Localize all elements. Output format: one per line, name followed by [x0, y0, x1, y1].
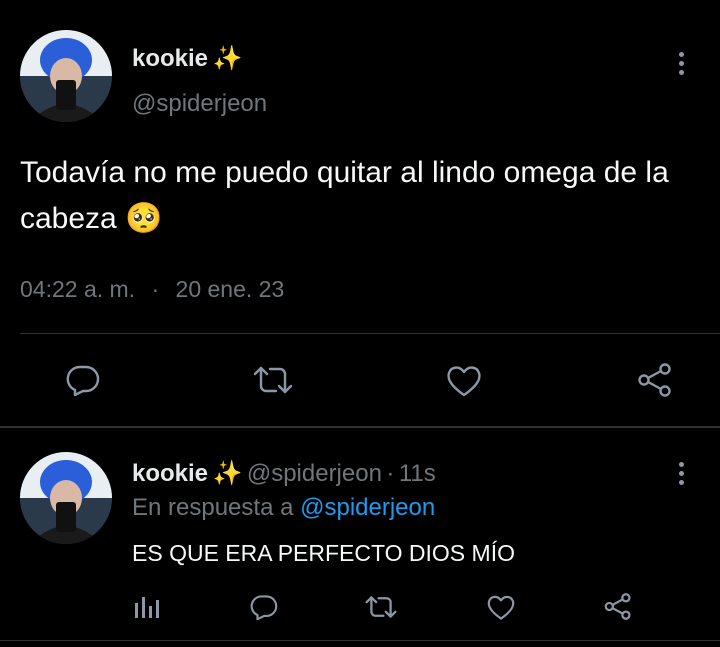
replying-to-line: En respuesta a @spiderjeon [132, 494, 435, 522]
tweet-date: 20 ene. 23 [175, 276, 285, 302]
tweet-timestamp: 04:22 a. m. · 20 ene. 23 [20, 276, 284, 303]
reply-text: ES QUE ERA PERFECTO DIOS MÍO [132, 540, 515, 566]
retweet-icon[interactable] [364, 595, 398, 619]
share-icon[interactable] [636, 362, 674, 398]
meta-separator: · [386, 460, 395, 487]
relative-time: 11s [398, 460, 436, 487]
share-icon[interactable] [603, 592, 633, 621]
divider [20, 333, 720, 334]
divider [0, 640, 720, 641]
tweet-time: 04:22 a. m. [20, 276, 136, 302]
replying-prefix: En respuesta a [132, 494, 294, 521]
reply-icon[interactable] [250, 594, 278, 620]
like-icon[interactable] [486, 594, 516, 621]
reply-header: kookie ✨ @spiderjeon · 11s [132, 459, 436, 488]
sparkles-emoji: ✨ [212, 460, 243, 487]
pleading-face-emoji: 🥺 [125, 202, 163, 235]
retweet-icon[interactable] [252, 365, 294, 395]
display-name-row: kookie ✨ [132, 44, 242, 73]
tweet-body: Todavía no me puedo quitar al lindo omeg… [20, 156, 669, 235]
like-icon[interactable] [445, 364, 483, 398]
more-options-icon[interactable] [676, 52, 686, 80]
sparkles-emoji: ✨ [212, 45, 243, 72]
mention-link[interactable]: @spiderjeon [300, 494, 435, 521]
tweet-text: Todavía no me puedo quitar al lindo omeg… [20, 150, 710, 242]
meta-separator: · [151, 276, 160, 302]
display-name[interactable]: kookie [132, 45, 208, 72]
avatar[interactable] [20, 30, 112, 122]
divider [0, 426, 720, 428]
reply-icon[interactable] [66, 364, 100, 396]
handle[interactable]: @spiderjeon [132, 90, 267, 118]
analytics-icon[interactable] [134, 595, 160, 619]
avatar[interactable] [20, 452, 112, 544]
handle[interactable]: @spiderjeon [247, 460, 382, 487]
display-name[interactable]: kookie [132, 460, 208, 487]
more-options-icon[interactable] [676, 462, 686, 490]
